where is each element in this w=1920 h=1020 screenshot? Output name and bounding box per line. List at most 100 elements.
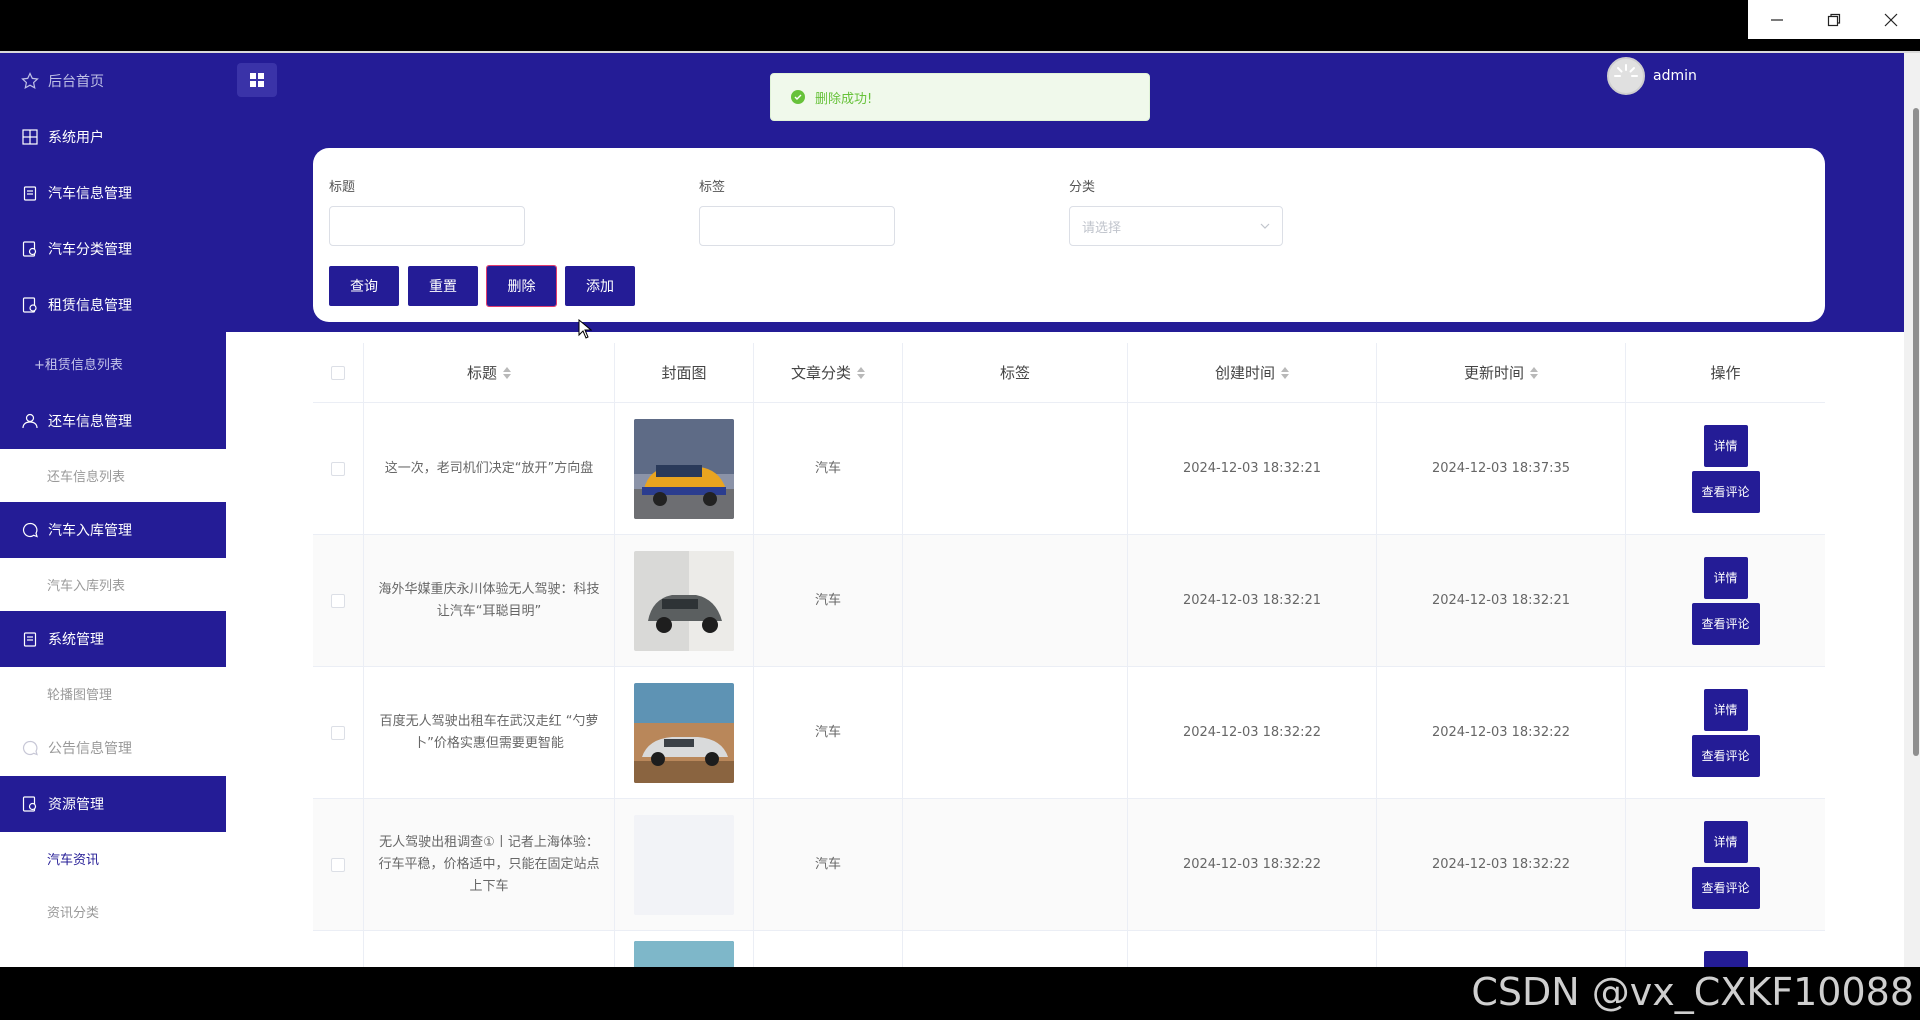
- row-select-cell: [313, 403, 364, 534]
- sidebar-item-stock-in-list[interactable]: 汽车入库列表: [0, 558, 226, 611]
- star-icon: [20, 71, 40, 91]
- cover-image-placeholder: [634, 814, 734, 915]
- table-row: 无人驾驶出租调查①丨记者上海体验：行车平稳，价格适中，只能在固定站点上下车 汽车…: [313, 799, 1825, 931]
- row-updated: 2024-12-03 18:32:21: [1377, 535, 1626, 666]
- sidebar-item-label: 后台首页: [48, 74, 104, 90]
- tag-filter: 标签: [699, 176, 895, 246]
- view-comments-button[interactable]: 查看评论: [1691, 734, 1760, 777]
- detail-button[interactable]: [1703, 951, 1748, 967]
- sidebar-item-rental[interactable]: 租赁信息管理: [0, 277, 226, 333]
- sort-icon: [1530, 366, 1538, 379]
- restore-button[interactable]: [1805, 0, 1862, 39]
- row-updated: 2024-12-03 18:32:22: [1377, 667, 1626, 798]
- clipboard-icon: [20, 183, 40, 203]
- username: admin: [1653, 68, 1697, 84]
- category-placeholder: 请选择: [1082, 220, 1122, 236]
- table-header: 标题 封面图 文章分类 标签 创建时间 更新时间 操作: [313, 343, 1825, 403]
- detail-button[interactable]: 详情: [1703, 424, 1748, 467]
- sidebar-item-label: 汽车入库管理: [48, 523, 132, 539]
- sidebar-item-resources[interactable]: 资源管理: [0, 776, 226, 832]
- view-comments-button[interactable]: 查看评论: [1691, 470, 1760, 513]
- header-category[interactable]: 文章分类: [754, 343, 903, 402]
- sidebar-item-label: 汽车资讯: [47, 853, 100, 868]
- reset-button[interactable]: 重置: [408, 266, 478, 306]
- close-button[interactable]: [1863, 0, 1920, 39]
- row-cover-cell: [615, 403, 754, 534]
- detail-button[interactable]: 详情: [1703, 688, 1748, 731]
- sidebar-item-label: 还车信息管理: [48, 414, 132, 430]
- header-created[interactable]: 创建时间: [1128, 343, 1377, 402]
- title-input[interactable]: [329, 206, 525, 246]
- bottom-bar: CSDN @vx_CXKF10088: [0, 967, 1920, 1020]
- restore-icon: [1827, 13, 1841, 26]
- sidebar-item-label: 汽车分类管理: [48, 242, 132, 258]
- row-ops: 详情 查看评论: [1626, 403, 1825, 534]
- sidebar-item-car-info[interactable]: 汽车信息管理: [0, 165, 226, 221]
- menu-toggle-button[interactable]: [237, 63, 277, 97]
- action-buttons: 查询 重置 删除 添加: [329, 265, 644, 307]
- chat-icon: [20, 738, 40, 758]
- row-ops: 详情 查看评论: [1626, 799, 1825, 930]
- table-row: 百度无人驾驶出租车在武汉走红 “勺萝卜”价格实惠但需要更智能 汽车 2024-1…: [313, 667, 1825, 799]
- cover-image-coast: [634, 941, 734, 967]
- header-updated[interactable]: 更新时间: [1377, 343, 1626, 402]
- row-created: 2024-12-03 18:32:22: [1128, 667, 1377, 798]
- detail-button[interactable]: 详情: [1703, 556, 1748, 599]
- sidebar-item-label: 系统管理: [48, 632, 104, 648]
- sidebar-item-carousel[interactable]: 轮播图管理: [0, 667, 226, 720]
- sidebar-item-car-category[interactable]: 汽车分类管理: [0, 221, 226, 277]
- delete-button[interactable]: 删除: [486, 265, 557, 307]
- header-updated-label: 更新时间: [1463, 363, 1524, 382]
- select-all-cell: [313, 343, 364, 402]
- add-button[interactable]: 添加: [565, 266, 635, 306]
- header-title[interactable]: 标题: [364, 343, 615, 402]
- minimize-button[interactable]: [1748, 0, 1805, 39]
- table-row: [313, 931, 1825, 967]
- cover-image-suv: [634, 550, 734, 651]
- row-category: 汽车: [754, 535, 903, 666]
- sidebar-item-label: 资讯分类: [47, 906, 100, 921]
- sidebar-item-car-news[interactable]: 汽车资讯: [0, 832, 226, 885]
- detail-button[interactable]: 详情: [1703, 820, 1748, 863]
- main-content: ...系统 admin 删除成功! 标题 标签 分类 请选择 查询 重置: [226, 53, 1920, 967]
- row-checkbox[interactable]: [331, 593, 345, 608]
- row-title: 无人驾驶出租调查①丨记者上海体验：行车平稳，价格适中，只能在固定站点上下车: [364, 799, 615, 930]
- query-button[interactable]: 查询: [329, 266, 399, 306]
- user-menu[interactable]: admin: [1607, 57, 1697, 95]
- category-select[interactable]: 请选择: [1069, 206, 1283, 246]
- sidebar-item-return[interactable]: 还车信息管理: [0, 393, 226, 449]
- row-tag: [903, 535, 1128, 666]
- sort-icon: [503, 366, 511, 379]
- view-comments-button[interactable]: 查看评论: [1691, 602, 1760, 645]
- sidebar-item-label: 资源管理: [48, 797, 104, 813]
- row-checkbox[interactable]: [331, 725, 345, 740]
- select-all-checkbox[interactable]: [331, 365, 345, 380]
- search-panel: 标题 标签 分类 请选择 查询 重置 删除 添加: [313, 148, 1825, 322]
- sidebar-item-label: 公告信息管理: [48, 741, 132, 757]
- sidebar-item-system-admin[interactable]: 系统管理: [0, 611, 226, 667]
- sidebar: 后台首页 系统用户 汽车信息管理 汽车分类管理 租赁信息管理 +租赁信息列表 还…: [0, 53, 226, 967]
- row-checkbox[interactable]: [331, 461, 345, 476]
- sidebar-item-home[interactable]: 后台首页: [0, 53, 226, 109]
- row-updated: 2024-12-03 18:37:35: [1377, 403, 1626, 534]
- row-ops: 详情 查看评论: [1626, 535, 1825, 666]
- row-select-cell: [313, 667, 364, 798]
- view-comments-button[interactable]: 查看评论: [1691, 866, 1760, 909]
- sidebar-item-news-category[interactable]: 资讯分类: [0, 885, 226, 938]
- scrollbar-thumb[interactable]: [1913, 108, 1919, 756]
- tag-input[interactable]: [699, 206, 895, 246]
- sidebar-item-label: 轮播图管理: [47, 688, 113, 703]
- sidebar-item-rental-list[interactable]: +租赁信息列表: [0, 333, 226, 393]
- sidebar-item-system-users[interactable]: 系统用户: [0, 109, 226, 165]
- minimize-icon: [1770, 18, 1783, 21]
- chat-icon: [20, 520, 40, 540]
- title-filter-label: 标题: [329, 180, 356, 195]
- sidebar-item-announcement[interactable]: 公告信息管理: [0, 720, 226, 776]
- row-title: 这一次，老司机们决定“放开”方向盘: [364, 403, 615, 534]
- sidebar-item-return-list[interactable]: 还车信息列表: [0, 449, 226, 502]
- chevron-down-icon: [1260, 223, 1270, 229]
- sidebar-item-stock-in[interactable]: 汽车入库管理: [0, 502, 226, 558]
- row-checkbox[interactable]: [331, 857, 345, 872]
- row-select-cell: [313, 931, 364, 967]
- doc-search-icon: [20, 239, 40, 259]
